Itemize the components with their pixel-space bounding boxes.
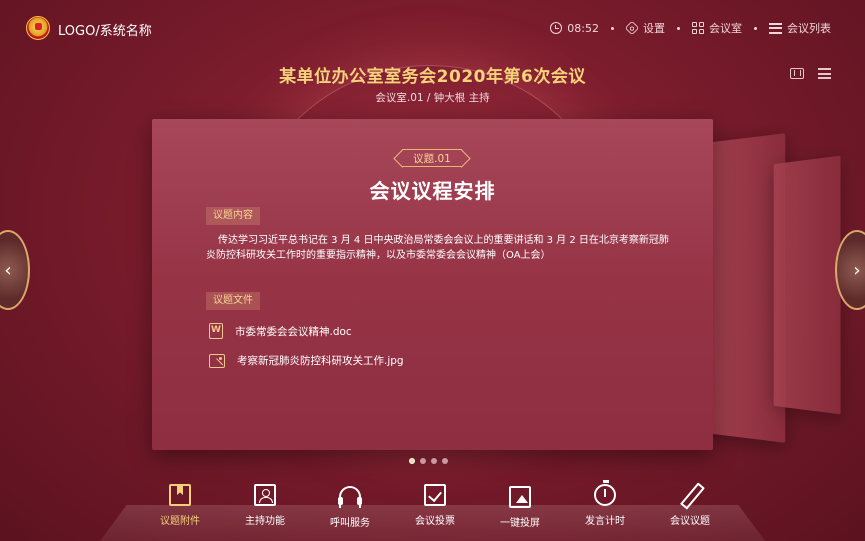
file-name: 考察新冠肺炎防控科研攻关工作.jpg: [237, 355, 404, 367]
tool-call-service[interactable]: 呼叫服务: [310, 484, 390, 534]
grid-icon: [692, 22, 704, 34]
agenda-card: 议题.01 会议议程安排 议题内容 传达学习习近平总书记在 3 月 4 日中央政…: [152, 119, 713, 450]
headset-icon: [338, 486, 362, 508]
settings-button[interactable]: 设置: [624, 20, 665, 36]
clock: 08:52: [550, 22, 599, 35]
list-icon: [769, 22, 782, 34]
tool-label: 发言计时: [585, 516, 625, 527]
system-name: LOGO/系统名称: [58, 24, 152, 39]
separator-dot: [611, 26, 614, 30]
pager-dot[interactable]: [431, 458, 437, 464]
tool-meeting-vote[interactable]: 会议投票: [395, 484, 475, 534]
meeting-subtitle: 会议室.01 / 钟大根 主持: [375, 92, 490, 104]
pager-dot[interactable]: [442, 458, 448, 464]
content-section-label: 议题内容: [206, 207, 260, 225]
clock-time: 08:52: [567, 21, 599, 35]
file-item[interactable]: 考察新冠肺炎防控科研攻关工作.jpg: [209, 353, 404, 368]
previous-button[interactable]: ‹: [0, 230, 30, 310]
clock-icon: [550, 22, 563, 34]
tool-meeting-agenda[interactable]: 会议议题: [650, 484, 730, 534]
word-file-icon: [209, 323, 223, 339]
top-bar: LOGO/系统名称 08:52 设置 会议室 会议列表: [0, 0, 865, 56]
card-view-icon[interactable]: [790, 68, 804, 79]
image-file-icon: [209, 353, 225, 368]
files-section-label: 议题文件: [206, 292, 260, 310]
tool-label: 议题附件: [160, 516, 200, 527]
bottom-toolbar: 议题附件 主持功能 呼叫服务 会议投票 一键投屏 发言计时 会议议题: [140, 480, 730, 534]
tool-speech-timer[interactable]: 发言计时: [565, 480, 645, 534]
tool-label: 会议议题: [670, 516, 710, 527]
tool-label: 主持功能: [245, 516, 285, 527]
screen-cast-icon: [509, 486, 531, 508]
pager-dot-active[interactable]: [409, 458, 415, 464]
agenda-content: 传达学习习近平总书记在 3 月 4 日中央政治局常委会会议上的重要讲话和 3 月…: [206, 235, 669, 261]
tool-screen-cast[interactable]: 一键投屏: [480, 484, 560, 534]
tool-label: 呼叫服务: [330, 518, 370, 529]
file-item[interactable]: 市委常委会会议精神.doc: [209, 323, 352, 339]
list-view-icon[interactable]: [818, 68, 831, 79]
vote-icon: [424, 484, 446, 506]
meeting-room-button[interactable]: 会议室: [692, 20, 742, 36]
settings-icon: [624, 20, 640, 36]
host-icon: [254, 484, 276, 506]
agenda-title: 会议议程安排: [369, 179, 496, 203]
tool-label: 会议投票: [415, 516, 455, 527]
tool-host-functions[interactable]: 主持功能: [225, 484, 305, 534]
stopwatch-icon: [594, 480, 616, 506]
settings-label: 设置: [643, 22, 665, 35]
file-name: 市委常委会会议精神.doc: [235, 325, 352, 338]
meeting-list-button[interactable]: 会议列表: [769, 20, 831, 36]
next-agenda-card-2[interactable]: [773, 155, 841, 415]
pager-dot[interactable]: [420, 458, 426, 464]
pager-dots: [409, 458, 448, 464]
view-mode-switch: [790, 68, 831, 79]
tool-label: 一键投屏: [500, 518, 540, 529]
meeting-room-label: 会议室: [709, 22, 742, 35]
chevron-left-icon: ‹: [4, 259, 12, 281]
agenda-tag: 议题.01: [402, 149, 462, 167]
chevron-right-icon: ›: [853, 259, 861, 281]
separator-dot: [677, 26, 680, 30]
pen-icon: [679, 484, 701, 506]
meeting-list-label: 会议列表: [787, 22, 831, 35]
tool-agenda-attachments[interactable]: 议题附件: [140, 484, 220, 534]
separator-dot: [754, 26, 757, 30]
bookmark-icon: [169, 484, 191, 506]
emblem-logo: [26, 16, 50, 40]
meeting-title: 某单位办公室室务会2020年第6次会议: [279, 67, 586, 87]
top-bar-actions: 08:52 设置 会议室 会议列表: [550, 20, 831, 36]
